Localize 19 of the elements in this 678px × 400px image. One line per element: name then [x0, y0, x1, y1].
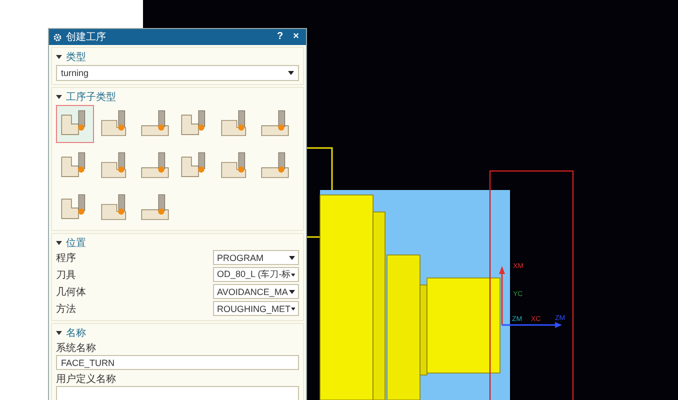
location-dropdown[interactable]: OD_80_L (车刀-标	[213, 267, 299, 282]
titlebar-button[interactable]: ×	[290, 30, 302, 44]
location-dropdown[interactable]: PROGRAM	[213, 250, 299, 265]
dialog-title: 创建工序	[66, 30, 106, 44]
titlebar-button[interactable]: ?	[274, 30, 286, 44]
type-dropdown[interactable]: turning	[56, 65, 299, 81]
system-name-field[interactable]: FACE_TURN	[56, 355, 299, 370]
field-label: 几何体	[56, 286, 86, 298]
section-header: 工序子类型	[66, 90, 116, 104]
field-label: 用户定义名称	[56, 372, 117, 386]
field-label: 刀具	[56, 268, 76, 282]
field-label: 方法	[56, 302, 76, 316]
location-dropdown[interactable]: ROUGHING_MET	[213, 301, 299, 316]
section-header: 名称	[66, 326, 86, 340]
section-header: 位置	[66, 236, 86, 250]
section-header: 类型	[66, 50, 86, 64]
field-label: 系统名称	[56, 342, 97, 355]
location-dropdown[interactable]: AVOIDANCE_MA	[213, 284, 299, 299]
field-label: 程序	[56, 252, 76, 264]
